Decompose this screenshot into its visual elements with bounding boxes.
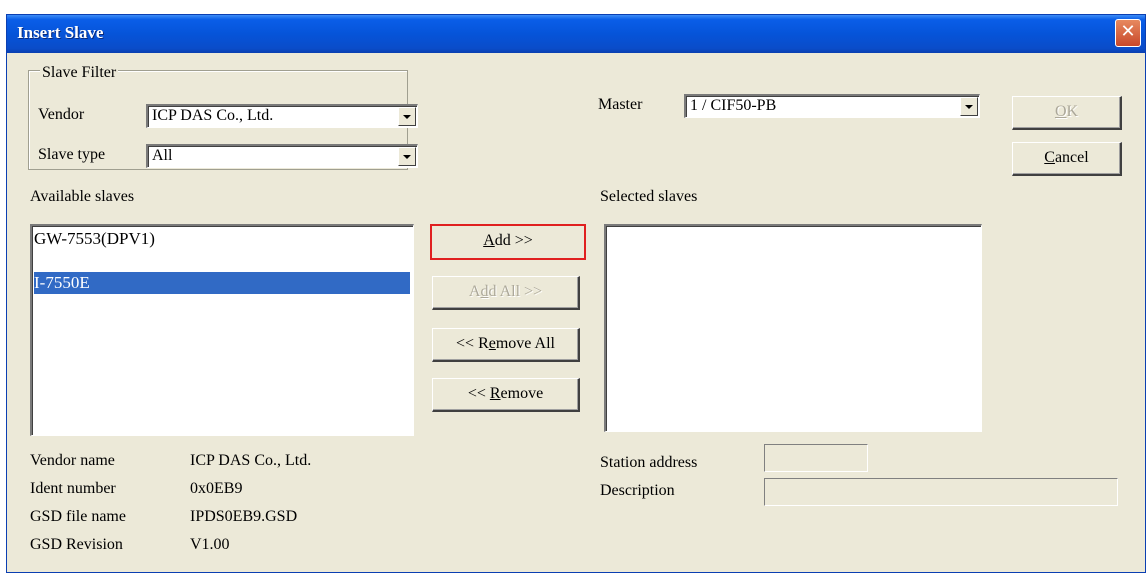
vendor-name-label: Vendor name [30, 452, 115, 469]
description-field[interactable] [764, 478, 1118, 506]
selected-slaves-list[interactable] [604, 224, 982, 432]
gsd-revision-value: V1.00 [190, 536, 230, 553]
slave-type-select[interactable]: All [146, 144, 418, 168]
station-address-label: Station address [600, 454, 698, 471]
station-address-field[interactable] [764, 444, 868, 472]
vendor-select[interactable]: ICP DAS Co., Ltd. [146, 104, 418, 128]
chevron-down-icon[interactable] [398, 147, 416, 166]
chevron-down-icon[interactable] [398, 107, 416, 126]
cancel-button[interactable]: Cancel [1012, 142, 1122, 176]
remove-button[interactable]: << Remove [432, 378, 580, 412]
selected-slaves-label: Selected slaves [600, 188, 698, 205]
add-all-button[interactable]: Add All >> [432, 276, 580, 310]
master-select[interactable]: 1 / CIF50-PB [684, 94, 980, 118]
vendor-select-value: ICP DAS Co., Ltd. [152, 107, 274, 124]
dialog-title: Insert Slave [17, 23, 104, 42]
slave-filter-legend: Slave Filter [40, 64, 119, 82]
vendor-name-value: ICP DAS Co., Ltd. [190, 452, 312, 469]
gsd-file-name-value: IPDS0EB9.GSD [190, 508, 298, 525]
remove-all-button[interactable]: << Remove All [432, 328, 580, 362]
slave-type-select-value: All [152, 147, 173, 164]
list-item[interactable]: I-7550E [34, 272, 410, 294]
gsd-file-name-label: GSD file name [30, 508, 126, 525]
available-slaves-list[interactable]: GW-7553(DPV1) I-7550E [30, 224, 414, 436]
add-button[interactable]: Add >> [430, 224, 586, 260]
available-slaves-label: Available slaves [30, 188, 135, 205]
description-label: Description [600, 482, 675, 499]
ok-button[interactable]: OK [1012, 96, 1122, 130]
close-button[interactable]: ✕ [1115, 19, 1141, 47]
ident-number-label: Ident number [30, 480, 116, 497]
ident-number-value: 0x0EB9 [190, 480, 243, 497]
vendor-label: Vendor [38, 106, 85, 123]
close-icon: ✕ [1120, 21, 1136, 42]
master-label: Master [598, 96, 643, 113]
gsd-revision-label: GSD Revision [30, 536, 123, 553]
master-select-value: 1 / CIF50-PB [690, 97, 777, 114]
slave-type-label: Slave type [38, 146, 106, 163]
list-item[interactable]: GW-7553(DPV1) [34, 228, 155, 250]
chevron-down-icon[interactable] [960, 97, 978, 116]
title-bar[interactable]: Insert Slave ✕ [7, 15, 1145, 53]
